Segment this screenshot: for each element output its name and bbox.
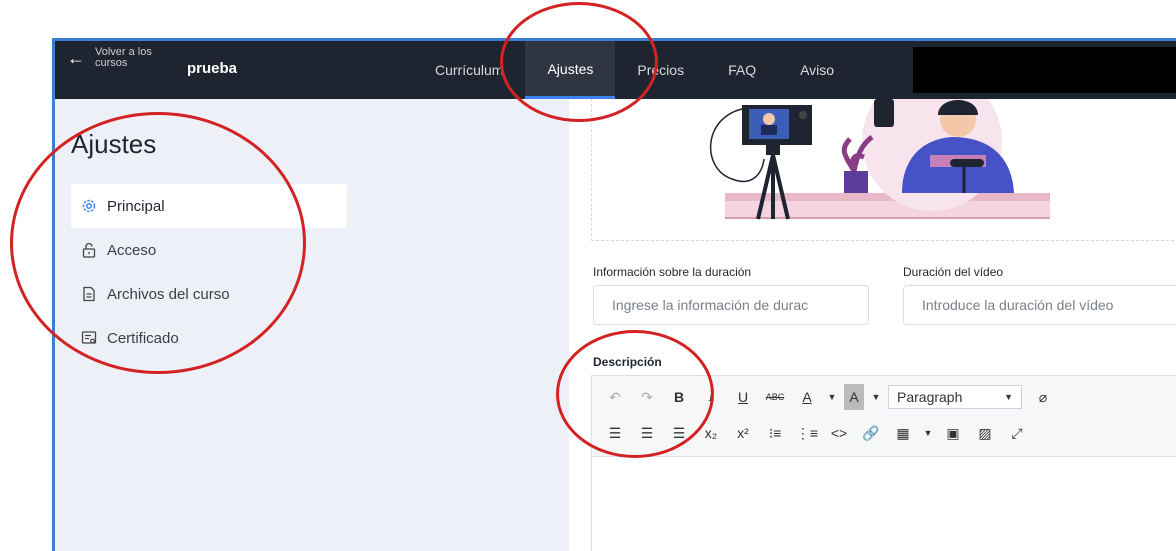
sidebar-item-label: Acceso — [107, 241, 157, 259]
middle-panel — [369, 99, 569, 551]
tab-faq[interactable]: FAQ — [706, 41, 778, 99]
highlight-color-icon[interactable]: A — [844, 384, 864, 410]
chevron-down-icon[interactable]: ▼ — [922, 420, 934, 446]
chevron-down-icon[interactable]: ▼ — [826, 384, 838, 410]
video-duration-input[interactable]: Introduce la duración del vídeo — [903, 285, 1176, 325]
align-center-icon[interactable]: ☰ — [634, 420, 660, 446]
settings-sidebar: Ajustes Principal Acceso Archivos del cu… — [55, 99, 370, 551]
sidebar-item-principal[interactable]: Principal — [71, 184, 347, 228]
main-content: Información sobre la duración Ingrese la… — [569, 71, 1176, 551]
undo-icon[interactable]: ↶ — [602, 384, 628, 410]
description-label: Descripción — [593, 355, 662, 369]
tab-ajustes[interactable]: Ajustes — [525, 41, 616, 99]
sidebar-item-certificado[interactable]: Certificado — [71, 316, 347, 360]
video-duration-label: Duración del vídeo — [903, 265, 1004, 279]
duration-info-input[interactable]: Ingrese la información de durac — [593, 285, 869, 325]
sidebar-item-acceso[interactable]: Acceso — [71, 228, 347, 272]
media-icon[interactable]: ▣ — [940, 420, 966, 446]
superscript-icon[interactable]: x² — [730, 420, 756, 446]
align-left-icon[interactable]: ☰ — [602, 420, 628, 446]
strikethrough-icon[interactable]: ABC — [762, 384, 788, 410]
course-illustration — [710, 71, 1050, 220]
block-format-select[interactable]: Paragraph ▼ — [888, 385, 1022, 409]
image-icon[interactable]: ▨ — [972, 420, 998, 446]
subscript-icon[interactable]: x₂ — [698, 420, 724, 446]
redacted-area — [913, 47, 1176, 93]
tab-precios[interactable]: Precios — [615, 41, 706, 99]
code-icon[interactable]: <> — [826, 420, 852, 446]
fullscreen-icon[interactable]: ⤢ — [1004, 420, 1030, 446]
align-right-icon[interactable]: ☰ — [666, 420, 692, 446]
tab-aviso[interactable]: Aviso — [778, 41, 856, 99]
table-icon[interactable]: ▦ — [890, 420, 916, 446]
editor-toolbar: ↶ ↷ B I U ABC A ▼ A ▼ Paragraph ▼ ⌀ ☰ ☰ … — [592, 376, 1176, 457]
link-icon[interactable]: 🔗 — [858, 420, 884, 446]
bold-icon[interactable]: B — [666, 384, 692, 410]
text-color-icon[interactable]: A — [794, 384, 820, 410]
lock-icon — [81, 242, 97, 258]
gear-icon — [81, 198, 97, 214]
sidebar-title: Ajustes — [71, 129, 157, 159]
chevron-down-icon: ▼ — [1004, 392, 1013, 402]
bullet-list-icon[interactable]: ⁝≡ — [762, 420, 788, 446]
back-label: Volver a los cursos — [95, 46, 152, 69]
italic-icon[interactable]: I — [698, 384, 724, 410]
sidebar-item-label: Principal — [107, 197, 165, 215]
underline-icon[interactable]: U — [730, 384, 756, 410]
top-bar: ← Volver a los cursos prueba Currículum … — [55, 41, 1176, 99]
redo-icon[interactable]: ↷ — [634, 384, 660, 410]
course-name: prueba — [187, 60, 238, 77]
tab-curriculum[interactable]: Currículum — [413, 41, 525, 99]
app-window: ← Volver a los cursos prueba Currículum … — [52, 38, 1176, 551]
course-tabs: Currículum Ajustes Precios FAQ Aviso — [413, 41, 856, 99]
back-to-courses-link[interactable]: ← Volver a los cursos — [67, 47, 155, 69]
duration-info-label: Información sobre la duración — [593, 265, 752, 279]
description-editor: ↶ ↷ B I U ABC A ▼ A ▼ Paragraph ▼ ⌀ ☰ ☰ … — [591, 375, 1176, 551]
format-select-value: Paragraph — [897, 389, 963, 405]
sidebar-item-label: Certificado — [107, 329, 179, 347]
sidebar-item-label: Archivos del curso — [107, 285, 230, 303]
certificate-icon — [81, 330, 97, 346]
numbered-list-icon[interactable]: ⋮≡ — [794, 420, 820, 446]
sidebar-item-archivos[interactable]: Archivos del curso — [71, 272, 347, 316]
clear-format-icon[interactable]: ⌀ — [1030, 384, 1056, 410]
arrow-left-icon: ← — [67, 47, 85, 68]
file-icon — [81, 286, 97, 302]
chevron-down-icon[interactable]: ▼ — [870, 384, 882, 410]
course-image-card[interactable] — [591, 71, 1176, 241]
